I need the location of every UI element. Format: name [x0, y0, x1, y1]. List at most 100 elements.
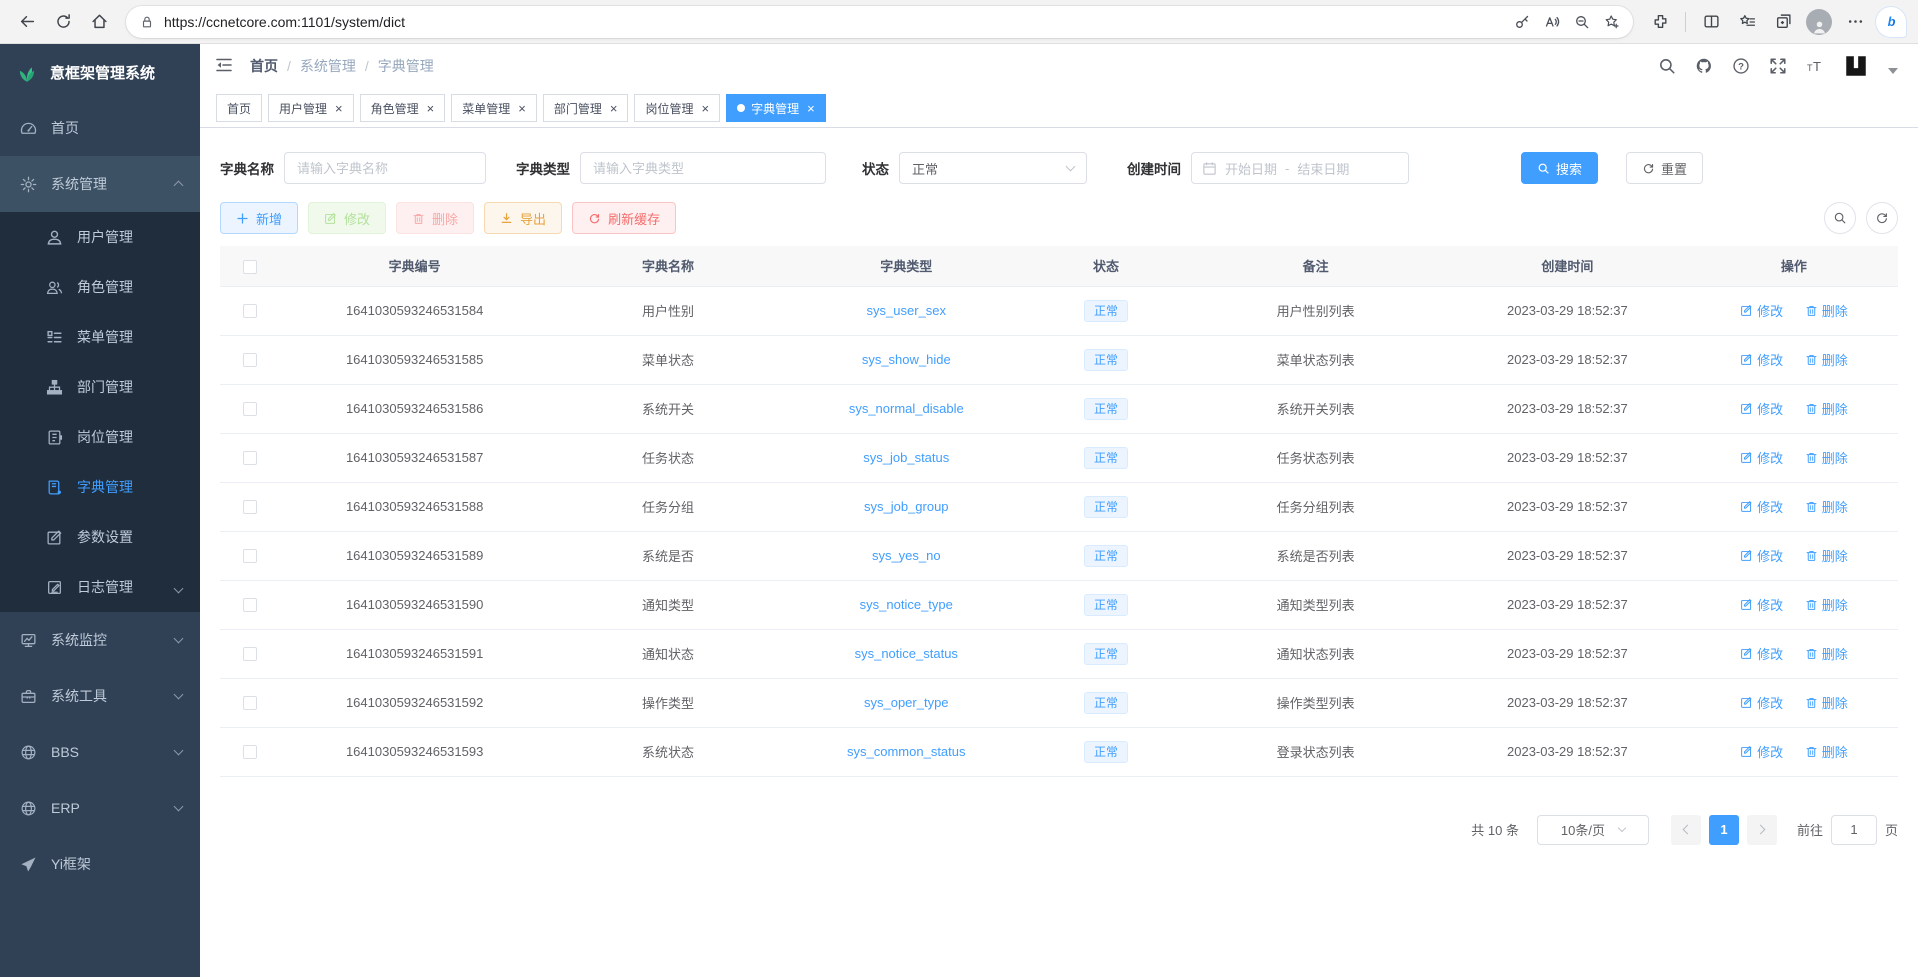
date-range-picker[interactable]: 开始日期 - 结束日期	[1191, 152, 1409, 184]
sidebar-item-departments[interactable]: 部门管理	[0, 362, 200, 412]
dict-type-link[interactable]: sys_normal_disable	[849, 401, 964, 416]
favorites-icon[interactable]	[1730, 5, 1764, 39]
row-delete-button[interactable]: 删除	[1805, 693, 1848, 712]
tab-close-icon[interactable]: ×	[807, 102, 815, 115]
app-logo[interactable]: 意框架管理系统	[0, 44, 200, 100]
row-edit-button[interactable]: 修改	[1740, 497, 1783, 516]
row-delete-button[interactable]: 删除	[1805, 742, 1848, 761]
breadcrumb-item[interactable]: 首页	[250, 56, 300, 76]
row-checkbox[interactable]	[243, 696, 257, 710]
address-bar[interactable]: https://ccnetcore.com:1101/system/dict	[126, 6, 1633, 38]
browser-more-icon[interactable]	[1838, 5, 1872, 39]
row-edit-button[interactable]: 修改	[1740, 742, 1783, 761]
row-delete-button[interactable]: 删除	[1805, 497, 1848, 516]
sidebar-item-system[interactable]: 系统管理	[0, 156, 200, 212]
row-edit-button[interactable]: 修改	[1740, 595, 1783, 614]
add-button[interactable]: 新增	[220, 202, 298, 234]
prev-page-button[interactable]	[1671, 815, 1701, 845]
sidebar-item-roles[interactable]: 角色管理	[0, 262, 200, 312]
sidebar-item-logs[interactable]: 日志管理	[0, 562, 200, 612]
dict-type-link[interactable]: sys_oper_type	[864, 695, 949, 710]
sidebar-item-dict[interactable]: 字典管理	[0, 462, 200, 512]
dict-type-link[interactable]: sys_notice_type	[860, 597, 953, 612]
export-button[interactable]: 导出	[484, 202, 562, 234]
tab-home[interactable]: 首页	[216, 94, 262, 122]
split-screen-icon[interactable]	[1694, 5, 1728, 39]
dict-type-link[interactable]: sys_show_hide	[862, 352, 951, 367]
add-favorite-star-icon[interactable]	[1597, 7, 1627, 37]
delete-button[interactable]: 删除	[396, 202, 474, 234]
search-button[interactable]: 搜索	[1521, 152, 1598, 184]
tab-posts[interactable]: 岗位管理 ×	[634, 94, 720, 122]
row-checkbox[interactable]	[243, 402, 257, 416]
font-size-icon[interactable]: TT	[1806, 57, 1824, 75]
extensions-icon[interactable]	[1643, 5, 1677, 39]
url-text[interactable]: https://ccnetcore.com:1101/system/dict	[164, 14, 1507, 30]
zoom-out-icon[interactable]	[1567, 7, 1597, 37]
sidebar-collapse-icon[interactable]	[214, 55, 236, 77]
tab-close-icon[interactable]: ×	[518, 102, 526, 115]
collections-icon[interactable]	[1766, 5, 1800, 39]
tab-menus[interactable]: 菜单管理 ×	[451, 94, 537, 122]
row-edit-button[interactable]: 修改	[1740, 301, 1783, 320]
sidebar-item-users[interactable]: 用户管理	[0, 212, 200, 262]
tab-close-icon[interactable]: ×	[610, 102, 618, 115]
row-edit-button[interactable]: 修改	[1740, 448, 1783, 467]
browser-refresh-icon[interactable]	[46, 5, 80, 39]
refresh-table-button[interactable]	[1866, 202, 1898, 234]
row-delete-button[interactable]: 删除	[1805, 301, 1848, 320]
row-edit-button[interactable]: 修改	[1740, 644, 1783, 663]
caret-down-icon[interactable]	[1888, 68, 1898, 74]
dict-type-link[interactable]: sys_job_group	[864, 499, 949, 514]
dict-name-input[interactable]	[284, 152, 486, 184]
row-checkbox[interactable]	[243, 745, 257, 759]
sidebar-item-params[interactable]: 参数设置	[0, 512, 200, 562]
password-key-icon[interactable]	[1507, 7, 1537, 37]
browser-home-icon[interactable]	[82, 5, 116, 39]
help-icon[interactable]: ?	[1732, 57, 1750, 75]
dict-type-link[interactable]: sys_job_status	[863, 450, 949, 465]
sidebar-item-tools[interactable]: 系统工具	[0, 668, 200, 724]
tab-close-icon[interactable]: ×	[335, 102, 343, 115]
goto-page-input[interactable]	[1831, 815, 1877, 845]
fullscreen-icon[interactable]	[1769, 57, 1787, 75]
row-checkbox[interactable]	[243, 451, 257, 465]
sidebar-item-erp[interactable]: ERP	[0, 780, 200, 836]
page-size-select[interactable]: 10条/页	[1537, 815, 1649, 845]
tab-close-icon[interactable]: ×	[701, 102, 709, 115]
tab-roles[interactable]: 角色管理 ×	[360, 94, 446, 122]
sidebar-item-yi[interactable]: Yi框架	[0, 836, 200, 892]
sidebar-item-home[interactable]: 首页	[0, 100, 200, 156]
next-page-button[interactable]	[1747, 815, 1777, 845]
dict-type-link[interactable]: sys_common_status	[847, 744, 966, 759]
refresh-cache-button[interactable]: 刷新缓存	[572, 202, 676, 234]
row-edit-button[interactable]: 修改	[1740, 546, 1783, 565]
row-edit-button[interactable]: 修改	[1740, 399, 1783, 418]
row-delete-button[interactable]: 删除	[1805, 595, 1848, 614]
sidebar-item-posts[interactable]: 岗位管理	[0, 412, 200, 462]
header-search-icon[interactable]	[1658, 57, 1676, 75]
profile-avatar[interactable]	[1802, 5, 1836, 39]
browser-back-icon[interactable]	[10, 5, 44, 39]
page-number-button[interactable]: 1	[1709, 815, 1739, 845]
row-delete-button[interactable]: 删除	[1805, 448, 1848, 467]
read-aloud-icon[interactable]	[1537, 7, 1567, 37]
row-checkbox[interactable]	[243, 353, 257, 367]
row-delete-button[interactable]: 删除	[1805, 399, 1848, 418]
tab-dict[interactable]: 字典管理 ×	[726, 94, 826, 122]
select-all-checkbox[interactable]	[243, 260, 257, 274]
breadcrumb-item[interactable]: 系统管理	[300, 56, 378, 76]
dict-type-link[interactable]: sys_yes_no	[872, 548, 941, 563]
tab-departments[interactable]: 部门管理 ×	[543, 94, 629, 122]
reset-button[interactable]: 重置	[1626, 152, 1703, 184]
dict-type-link[interactable]: sys_user_sex	[867, 303, 946, 318]
row-delete-button[interactable]: 删除	[1805, 644, 1848, 663]
row-checkbox[interactable]	[243, 304, 257, 318]
dict-type-link[interactable]: sys_notice_status	[855, 646, 958, 661]
sidebar-item-monitor[interactable]: 系统监控	[0, 612, 200, 668]
sidebar-item-menus[interactable]: 菜单管理	[0, 312, 200, 362]
breadcrumb-item[interactable]: 字典管理	[378, 56, 434, 76]
sidebar-item-bbs[interactable]: BBS	[0, 724, 200, 780]
row-checkbox[interactable]	[243, 549, 257, 563]
edit-button[interactable]: 修改	[308, 202, 386, 234]
